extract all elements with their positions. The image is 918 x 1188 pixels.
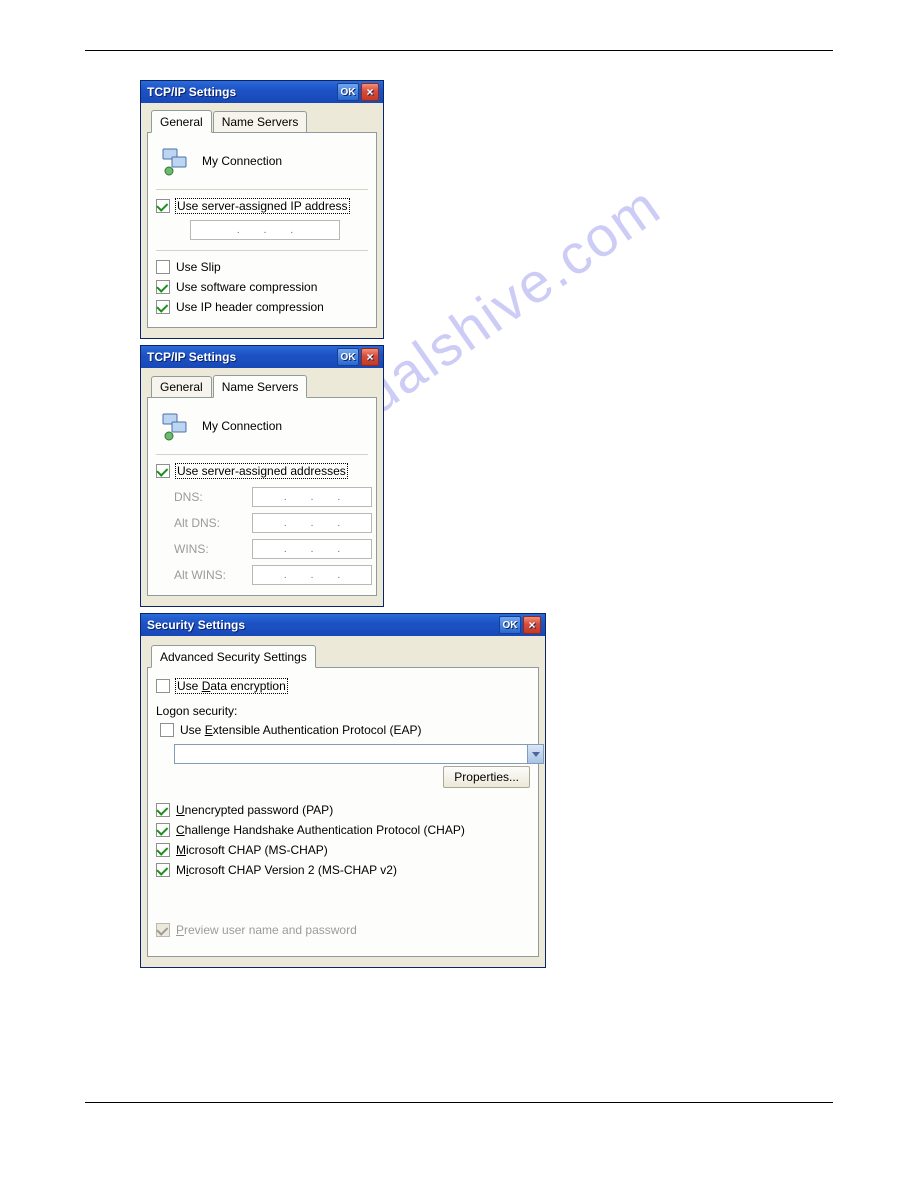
use-data-encryption-label: Use Data encryption [176,679,287,693]
close-button[interactable]: × [361,83,379,101]
page-rule-bottom [85,1102,833,1103]
eap-method-dropdown[interactable] [174,744,544,764]
properties-button[interactable]: Properties... [443,766,530,788]
use-eap-checkbox[interactable] [160,723,174,737]
chap-checkbox[interactable] [156,823,170,837]
close-icon: × [528,619,535,631]
use-slip-checkbox[interactable] [156,260,170,274]
tabstrip: Advanced Security Settings [147,644,539,668]
tab-name-servers[interactable]: Name Servers [213,111,308,132]
tcpip-general-dialog: TCP/IP Settings OK × General Name Server… [140,80,384,339]
dialog-title: Security Settings [147,618,245,632]
chap-label: Challenge Handshake Authentication Proto… [176,823,465,837]
tabstrip: General Name Servers [147,374,377,398]
security-settings-dialog: Security Settings OK × Advanced Security… [140,613,546,968]
logon-security-label: Logon security: [156,696,530,720]
chevron-down-icon[interactable] [527,745,543,763]
alt-dns-input[interactable]: ... [252,513,372,533]
tab-advanced-security[interactable]: Advanced Security Settings [151,645,316,668]
ok-button[interactable]: OK [337,348,359,366]
mschap2-checkbox[interactable] [156,863,170,877]
titlebar: Security Settings OK × [141,614,545,636]
preview-credentials-checkbox [156,923,170,937]
ok-button[interactable]: OK [337,83,359,101]
mschap2-label: Microsoft CHAP Version 2 (MS-CHAP v2) [176,863,397,877]
dns-input[interactable]: ... [252,487,372,507]
close-button[interactable]: × [523,616,541,634]
pap-checkbox[interactable] [156,803,170,817]
alt-dns-label: Alt DNS: [174,516,246,530]
close-icon: × [366,351,373,363]
connection-icon [160,145,192,177]
tcpip-nameservers-dialog: TCP/IP Settings OK × General Name Server… [140,345,384,607]
use-sw-compression-label: Use software compression [176,280,317,294]
alt-wins-input[interactable]: ... [252,565,372,585]
tabstrip: General Name Servers [147,109,377,133]
alt-wins-label: Alt WINS: [174,568,246,582]
titlebar: TCP/IP Settings OK × [141,81,383,103]
wins-label: WINS: [174,542,246,556]
use-ip-header-compression-checkbox[interactable] [156,300,170,314]
dialog-title: TCP/IP Settings [147,85,236,99]
preview-credentials-label: Preview user name and password [176,923,357,937]
use-data-encryption-checkbox[interactable] [156,679,170,693]
use-eap-label: Use Extensible Authentication Protocol (… [180,723,421,737]
tab-name-servers[interactable]: Name Servers [213,375,308,398]
wins-input[interactable]: ... [252,539,372,559]
use-ip-header-compression-label: Use IP header compression [176,300,324,314]
tab-general[interactable]: General [151,376,212,397]
use-server-ip-label: Use server-assigned IP address [176,199,349,213]
mschap-checkbox[interactable] [156,843,170,857]
mschap-label: Microsoft CHAP (MS-CHAP) [176,843,328,857]
dns-label: DNS: [174,490,246,504]
use-slip-label: Use Slip [176,260,221,274]
page-rule-top [85,50,833,51]
tab-general[interactable]: General [151,110,212,133]
use-sw-compression-checkbox[interactable] [156,280,170,294]
use-server-ip-checkbox[interactable] [156,199,170,213]
connection-name: My Connection [202,419,282,433]
close-icon: × [366,86,373,98]
use-server-addresses-checkbox[interactable] [156,464,170,478]
ok-button[interactable]: OK [499,616,521,634]
dialog-title: TCP/IP Settings [147,350,236,364]
use-server-addresses-label: Use server-assigned addresses [176,464,347,478]
tab-content: My Connection Use server-assigned addres… [147,398,377,596]
close-button[interactable]: × [361,348,379,366]
connection-icon [160,410,192,442]
connection-name: My Connection [202,154,282,168]
pap-label: Unencrypted password (PAP) [176,803,333,817]
tab-content: Use Data encryption Logon security: Use … [147,668,539,957]
tab-content: My Connection Use server-assigned IP add… [147,133,377,328]
titlebar: TCP/IP Settings OK × [141,346,383,368]
ip-address-input[interactable]: ... [190,220,340,240]
